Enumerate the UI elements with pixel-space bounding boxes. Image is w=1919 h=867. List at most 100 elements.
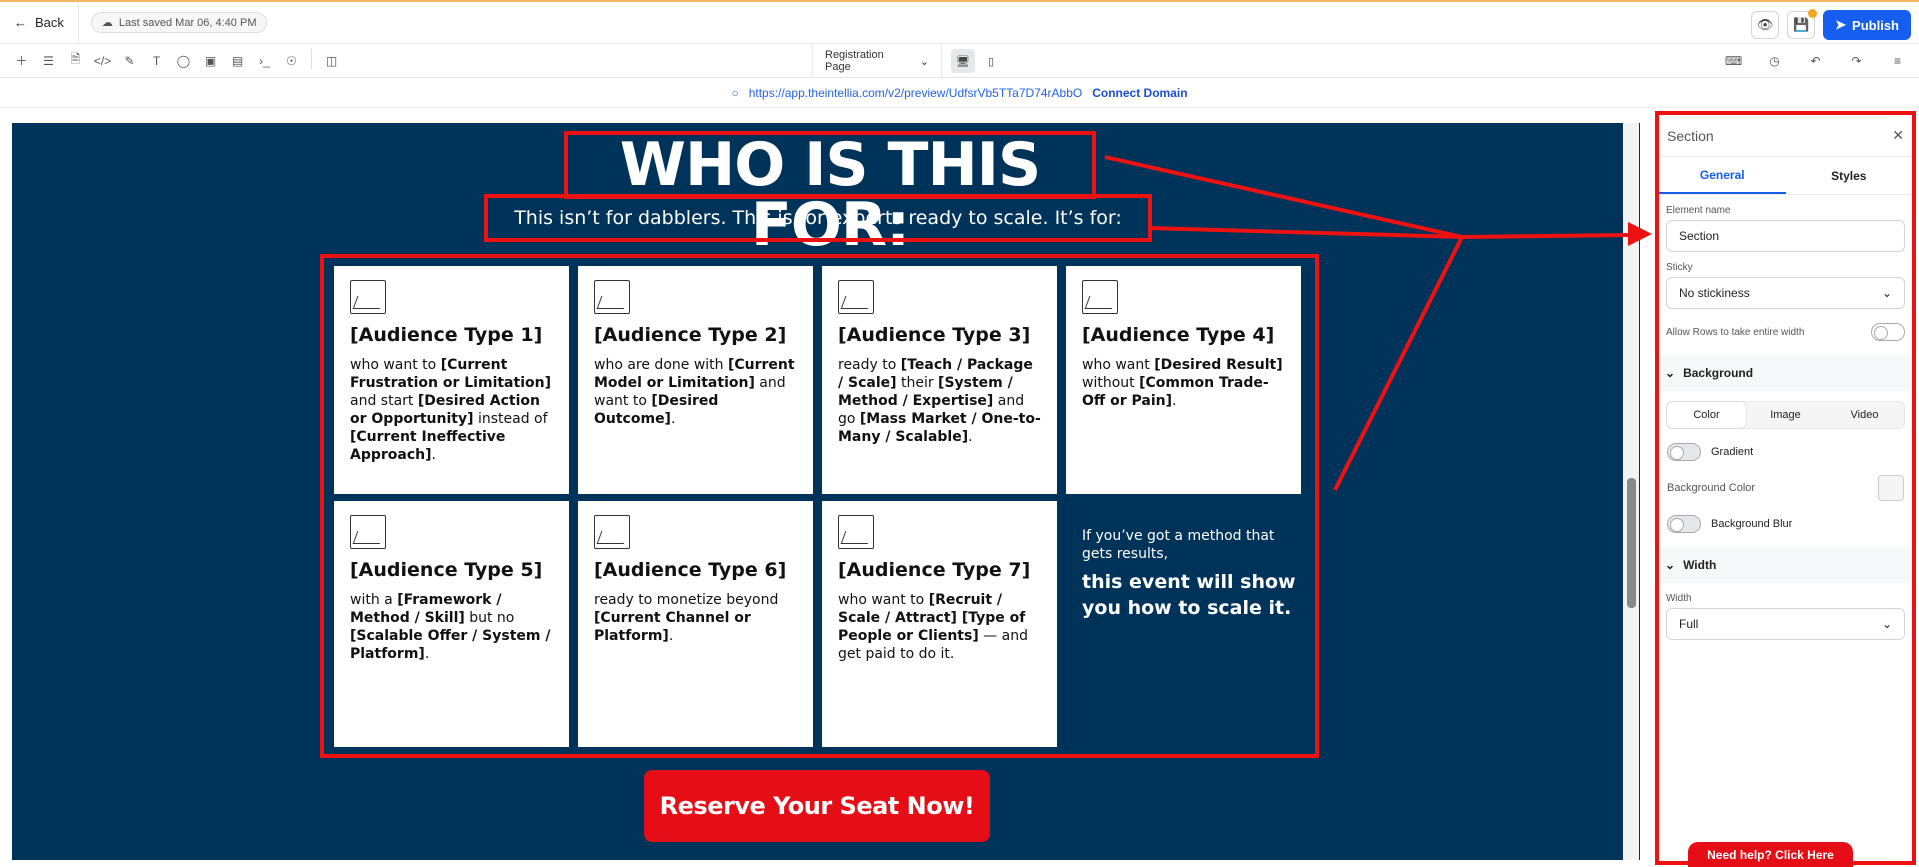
width-select[interactable]: Full ⌄ bbox=[1666, 608, 1905, 640]
thumbnail-image-icon bbox=[350, 280, 386, 314]
add-icon[interactable]: ＋ bbox=[8, 49, 35, 73]
audience-card[interactable]: [Audience Type 2] who are done with [Curr… bbox=[578, 266, 813, 494]
audience-card-text: who are done with [Current Model or Limi… bbox=[594, 357, 795, 427]
preview-url-link[interactable]: https://app.theintellia.com/v2/preview/U… bbox=[749, 86, 1083, 100]
help-button[interactable]: Need help? Click Here bbox=[1688, 842, 1853, 867]
layout-icon[interactable]: ▣ bbox=[197, 49, 224, 73]
audience-card-text: ready to [Teach / Package / Scale] their… bbox=[838, 357, 1041, 445]
audience-card[interactable]: [Audience Type 7] who want to [Recruit / … bbox=[822, 501, 1057, 747]
page-canvas[interactable]: WHO IS THIS FOR: This isn’t for dabblers… bbox=[12, 123, 1640, 860]
bg-video-tab[interactable]: Video bbox=[1825, 402, 1904, 428]
back-button[interactable]: ← Back bbox=[0, 2, 79, 43]
thumbnail-image-icon bbox=[838, 280, 874, 314]
width-section-header[interactable]: ⌄ Width bbox=[1659, 547, 1912, 583]
bg-color-swatch[interactable] bbox=[1878, 475, 1904, 501]
chevron-down-icon: ⌄ bbox=[1881, 617, 1892, 631]
panel-title: Section bbox=[1667, 127, 1714, 144]
background-type-switch: Color Image Video bbox=[1666, 401, 1905, 429]
section-subtitle[interactable]: This isn’t for dabblers. This is for exp… bbox=[484, 194, 1152, 242]
background-header-label: Background bbox=[1683, 366, 1754, 380]
audience-card-text: who want [Desired Result] without [Commo… bbox=[1082, 357, 1283, 409]
thumbnail-image-icon bbox=[838, 515, 874, 549]
eye-icon: 👁 bbox=[1756, 17, 1774, 32]
desktop-icon[interactable]: 🖥 bbox=[951, 49, 975, 73]
divider bbox=[311, 48, 312, 69]
undo-icon[interactable]: ↶ bbox=[1802, 49, 1829, 73]
bg-color-tab[interactable]: Color bbox=[1667, 402, 1746, 428]
preview-button[interactable]: 👁 bbox=[1751, 11, 1780, 39]
cloud-off-icon: ☁ bbox=[101, 17, 113, 29]
bg-image-tab[interactable]: Image bbox=[1746, 402, 1825, 428]
publish-button[interactable]: ➤ Publish bbox=[1823, 10, 1911, 40]
form-icon[interactable]: ▤ bbox=[224, 49, 251, 73]
scrollbar-thumb[interactable] bbox=[1627, 478, 1636, 608]
thumbnail-image-icon bbox=[1082, 280, 1118, 314]
chevron-down-icon: ⌄ bbox=[1665, 558, 1676, 572]
allow-rows-toggle[interactable] bbox=[1871, 323, 1905, 341]
audience-card[interactable]: [Audience Type 1] who want to [Current Fr… bbox=[334, 266, 569, 494]
gradient-toggle[interactable] bbox=[1667, 443, 1701, 461]
save-button[interactable]: 💾 bbox=[1787, 9, 1818, 39]
audience-card-text: ready to monetize beyond [Current Channe… bbox=[594, 592, 779, 644]
page-selector[interactable]: Registration Page ⌄ bbox=[812, 44, 942, 78]
section-title[interactable]: WHO IS THIS FOR: bbox=[564, 131, 1096, 255]
globe-icon[interactable]: ☉ bbox=[278, 49, 305, 73]
bg-blur-row: Background Blur bbox=[1659, 515, 1912, 533]
audience-card[interactable]: [Audience Type 3] ready to [Teach / Packa… bbox=[822, 266, 1057, 494]
connect-domain-link[interactable]: Connect Domain bbox=[1092, 86, 1187, 100]
page-name: Registration Page bbox=[825, 49, 884, 73]
audience-card-title: [Audience Type 7] bbox=[838, 559, 1031, 581]
bg-color-label: Background Color bbox=[1667, 482, 1756, 494]
audience-card[interactable]: [Audience Type 6] ready to monetize beyon… bbox=[578, 501, 813, 747]
chevron-down-icon: ⌄ bbox=[919, 55, 929, 68]
mobile-icon[interactable]: ▯ bbox=[979, 49, 1003, 73]
width-header-label: Width bbox=[1683, 558, 1717, 572]
arrow-left-icon: ← bbox=[14, 15, 27, 30]
pages-icon[interactable]: 🗎 bbox=[62, 49, 89, 73]
terminal-icon[interactable]: ›_ bbox=[251, 49, 278, 73]
page-builder-app: ← Back ☁ Last saved Mar 06, 4:40 PM 👁 💾 … bbox=[0, 0, 1919, 867]
layers-icon[interactable]: ☰ bbox=[35, 49, 62, 73]
unsaved-dot bbox=[1808, 9, 1818, 18]
settings-sliders-icon[interactable]: ≡ bbox=[1884, 49, 1911, 73]
split-view-icon[interactable]: ◫ bbox=[318, 49, 345, 73]
sticky-select[interactable]: No stickiness ⌄ bbox=[1666, 277, 1905, 309]
element-name-label: Element name bbox=[1666, 205, 1731, 216]
tab-general[interactable]: General bbox=[1659, 157, 1786, 194]
panel-header: Section ✕ bbox=[1659, 115, 1912, 157]
shapes-icon[interactable]: ◯ bbox=[170, 49, 197, 73]
top-bar: ← Back ☁ Last saved Mar 06, 4:40 PM 👁 💾 … bbox=[0, 0, 1919, 44]
audience-card-title: [Audience Type 6] bbox=[594, 559, 787, 581]
audience-card-title: [Audience Type 5] bbox=[350, 559, 543, 581]
background-section-header[interactable]: ⌄ Background bbox=[1659, 355, 1912, 391]
audience-card[interactable]: [Audience Type 4] who want [Desired Resul… bbox=[1066, 266, 1301, 494]
element-name-field[interactable]: Section bbox=[1666, 220, 1905, 252]
tool-group: ＋ ☰ 🗎 </> ✎ T ◯ ▣ ▤ ›_ ☉ ◫ bbox=[0, 48, 345, 73]
top-actions: 👁 💾 ➤ Publish bbox=[1751, 9, 1911, 40]
keyboard-icon[interactable]: ⌨ bbox=[1720, 49, 1747, 73]
toolbar-right: ⌨ ◷ ↶ ↷ ≡ bbox=[1720, 49, 1911, 73]
text-icon[interactable]: T bbox=[143, 49, 170, 73]
send-icon: ➤ bbox=[1835, 17, 1847, 32]
bg-blur-toggle[interactable] bbox=[1667, 515, 1701, 533]
panel-tabs: General Styles bbox=[1659, 157, 1912, 195]
code-icon[interactable]: </> bbox=[89, 49, 116, 73]
gradient-row: Gradient bbox=[1659, 443, 1912, 461]
audience-card-text: who want to [Current Frustration or Limi… bbox=[350, 357, 551, 463]
sticky-label: Sticky bbox=[1666, 262, 1693, 273]
tab-styles[interactable]: Styles bbox=[1786, 157, 1913, 194]
redo-icon[interactable]: ↷ bbox=[1843, 49, 1870, 73]
chevron-down-icon: ⌄ bbox=[1665, 366, 1676, 380]
close-icon[interactable]: ✕ bbox=[1892, 127, 1904, 144]
audience-card-text: who want to [Recruit / Scale / Attract] … bbox=[838, 592, 1028, 662]
reserve-seat-button[interactable]: Reserve Your Seat Now! bbox=[644, 770, 990, 842]
save-status-badge: ☁ Last saved Mar 06, 4:40 PM bbox=[90, 12, 268, 33]
brush-icon[interactable]: ✎ bbox=[116, 49, 143, 73]
audience-card[interactable]: [Audience Type 5] with a [Framework / Met… bbox=[334, 501, 569, 747]
bg-color-row: Background Color bbox=[1659, 475, 1912, 501]
canvas-scrollbar[interactable] bbox=[1623, 123, 1639, 860]
allow-rows-row: Allow Rows to take entire width bbox=[1659, 323, 1912, 341]
history-icon[interactable]: ◷ bbox=[1761, 49, 1788, 73]
closing-big-text: this event will show you how to scale it… bbox=[1082, 571, 1296, 619]
closing-card[interactable]: If you’ve got a method that gets results… bbox=[1082, 527, 1302, 621]
